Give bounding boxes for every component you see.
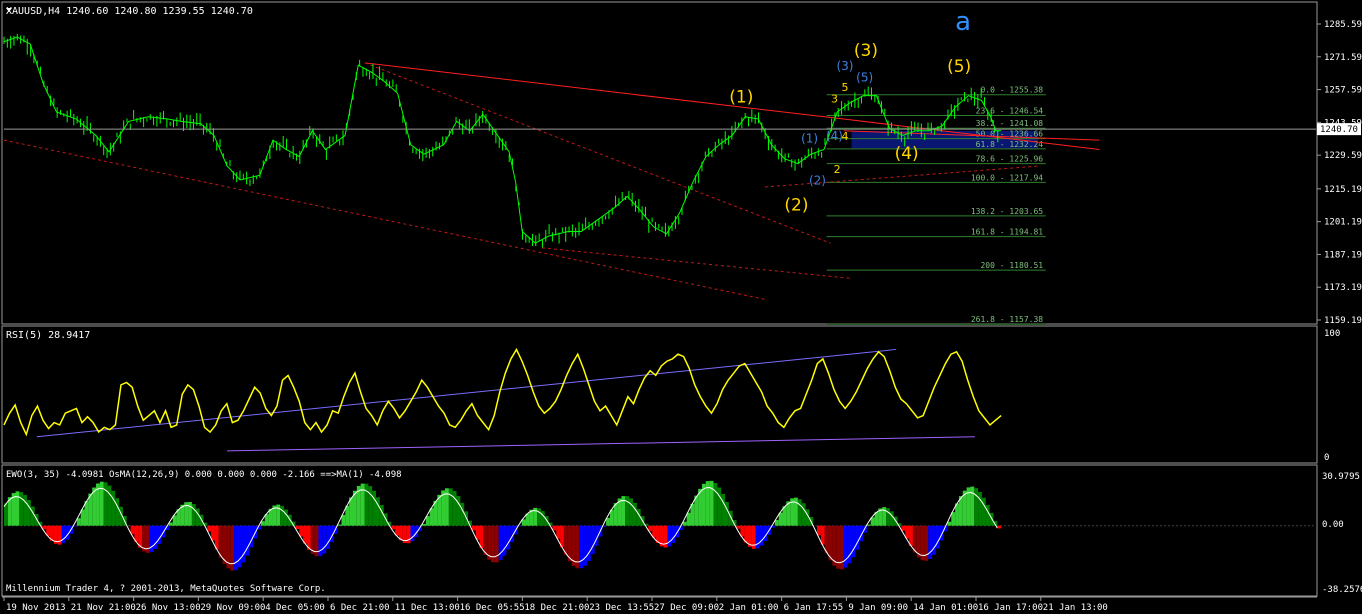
wave-label: (5) [947,57,971,77]
wave-label: 2 [834,163,841,176]
time-tick-label: 6 Jan 17:55 [784,603,844,613]
price-panel-title: XAUUSD,H4 1240.60 1240.80 1239.55 1240.7… [6,6,253,17]
wave-label: (4) [826,129,843,143]
fib-level-label: 100.0 - 1217.94 [971,173,1043,182]
ewo-tick-bottom: -38.2576 [1322,585,1362,595]
time-tick-label: 16 Jan 17:00 [978,603,1043,613]
ewo-histogram-bar [855,525,860,550]
ewo-histogram-bar [947,521,952,526]
ewo-histogram-bar [249,525,254,548]
time-tick-label: 27 Dec 09:00 [654,603,719,613]
time-tick-label: 9 Jan 09:00 [848,603,908,613]
time-tick-label: 26 Nov 13:00 [136,603,201,613]
current-price-label: 1240.70 [1320,125,1358,135]
price-axis: 1285.591271.591257.591243.591229.591215.… [1317,20,1362,326]
time-tick-label: 11 Dec 13:00 [395,603,460,613]
ewo-histogram-bar [997,525,1002,529]
wave-label: 5 [841,81,848,94]
price-tick-label: 1257.59 [1324,86,1362,96]
time-tick-label: 19 Nov 2013 [6,603,66,613]
rsi-min-label: 0 [1324,453,1329,463]
time-tick-label: 29 Nov 09:00 [200,603,265,613]
fib-level-label: 0.0 - 1255.38 [980,86,1043,95]
ewo-histogram-bar [379,504,384,526]
wave-label: (3) [836,59,853,73]
wave-label: (2) [784,195,808,215]
ewo-histogram-bar [690,503,695,526]
rsi-panel-title: RSI(5) 28.9417 [6,330,90,341]
price-tick-label: 1229.59 [1324,151,1362,161]
ewo-histogram-bar [939,525,944,541]
price-tick-label: 1271.59 [1324,53,1362,63]
price-tick-label: 1215.19 [1324,185,1362,195]
ewo-histogram-bar [115,498,120,526]
ewo-histogram-bar [460,502,465,526]
ewo-panel-title: EWO(3, 35) -4.0981 OsMA(12,26,9) 0.000 0… [6,470,402,480]
wave-label: 3 [831,93,838,106]
ewo-histogram-bar [552,525,557,531]
ewo-histogram-bar [728,510,733,526]
price-panel[interactable]: 0.0 - 1255.3823.6 - 1246.5438.2 - 1241.0… [1,1,1362,326]
ewo-histogram-bar [556,525,561,539]
price-tick-label: 1159.19 [1324,316,1362,326]
ewo-histogram-bar [686,512,691,526]
ewo-histogram-bar [475,525,480,540]
price-tick-label: 1173.19 [1324,283,1362,293]
ewo-tick-top: 30.9795 [1322,472,1360,482]
ewo-histogram-bar [989,512,994,526]
fib-level-label: 138.2 - 1203.65 [971,207,1043,216]
ewo-panel[interactable]: EWO(3, 35) -4.0981 OsMA(12,26,9) 0.000 0… [1,464,1362,597]
fib-level-label: 161.8 - 1194.81 [971,228,1043,237]
time-tick-label: 21 Jan 13:00 [1043,603,1108,613]
ewo-histogram-bar [245,525,250,556]
time-tick-label: 18 Dec 21:00 [524,603,589,613]
ewo-histogram-bar [214,525,219,550]
price-tick-label: 1187.19 [1324,250,1362,260]
time-tick-label: 2 Jan 01:00 [719,603,779,613]
fib-level-label: 78.6 - 1225.96 [976,155,1044,164]
ewo-histogram-bar [345,505,350,526]
time-tick-label: 23 Dec 13:55 [589,603,654,613]
wave-label: (5) [856,71,873,85]
fib-level-label: 38.2 - 1241.08 [976,119,1044,128]
ewo-histogram-bar [682,521,687,526]
time-tick-label: 14 Jan 01:00 [913,603,978,613]
wave-label: (1) [801,131,818,145]
ewo-histogram-bar [76,518,81,526]
time-tick-label: 16 Dec 05:55 [460,603,525,613]
ewo-histogram-bar [820,525,825,545]
wave-label: (4) [895,144,919,164]
price-tick-label: 1285.59 [1324,20,1362,30]
ewo-histogram-bar [721,493,725,526]
wave-label: (2) [809,174,826,188]
time-axis: 19 Nov 2013 21 Nov 21:00 26 Nov 13:00 29 No… [2,596,1317,613]
ewo-histogram-bar [935,525,940,549]
ewo-histogram-bar [606,517,610,526]
ewo-histogram-bar [341,514,346,526]
time-tick-label: 21 Nov 21:00 [71,603,136,613]
ewo-histogram-bar [337,524,342,526]
wave-label: 4 [841,130,848,143]
wave-label: (3) [854,41,878,61]
ewo-histogram-bar [724,501,729,526]
time-tick-label: 4 Dec 05:00 [265,603,325,613]
ewo-histogram-bar [207,525,212,532]
ewo-histogram-bar [471,525,476,531]
ewo-histogram-bar [817,525,821,536]
trading-chart[interactable]: 0.0 - 1255.3823.6 - 1246.5438.2 - 1241.0… [0,0,1362,614]
ewo-histogram-bar [590,525,595,555]
ewo-histogram-bar [211,525,215,541]
fib-level-label: 200 - 1180.51 [980,261,1043,270]
ewo-tick-zero: 0.00 [1322,520,1344,530]
rsi-panel[interactable]: RSI(5) 28.9417 100 0 [1,325,1340,464]
copyright-text: Millennium Trader 4, ? 2001-2013, MetaQu… [6,584,326,594]
time-tick-label: 6 Dec 21:00 [330,603,390,613]
price-tick-label: 1201.19 [1324,218,1362,228]
ewo-histogram-bar [951,512,956,526]
ewo-histogram-bar [80,509,85,526]
wave-label: (1) [729,88,753,108]
rsi-max-label: 100 [1324,329,1340,339]
wave-label: a [955,7,971,37]
fib-level-label: 261.8 - 1157.38 [971,315,1043,324]
